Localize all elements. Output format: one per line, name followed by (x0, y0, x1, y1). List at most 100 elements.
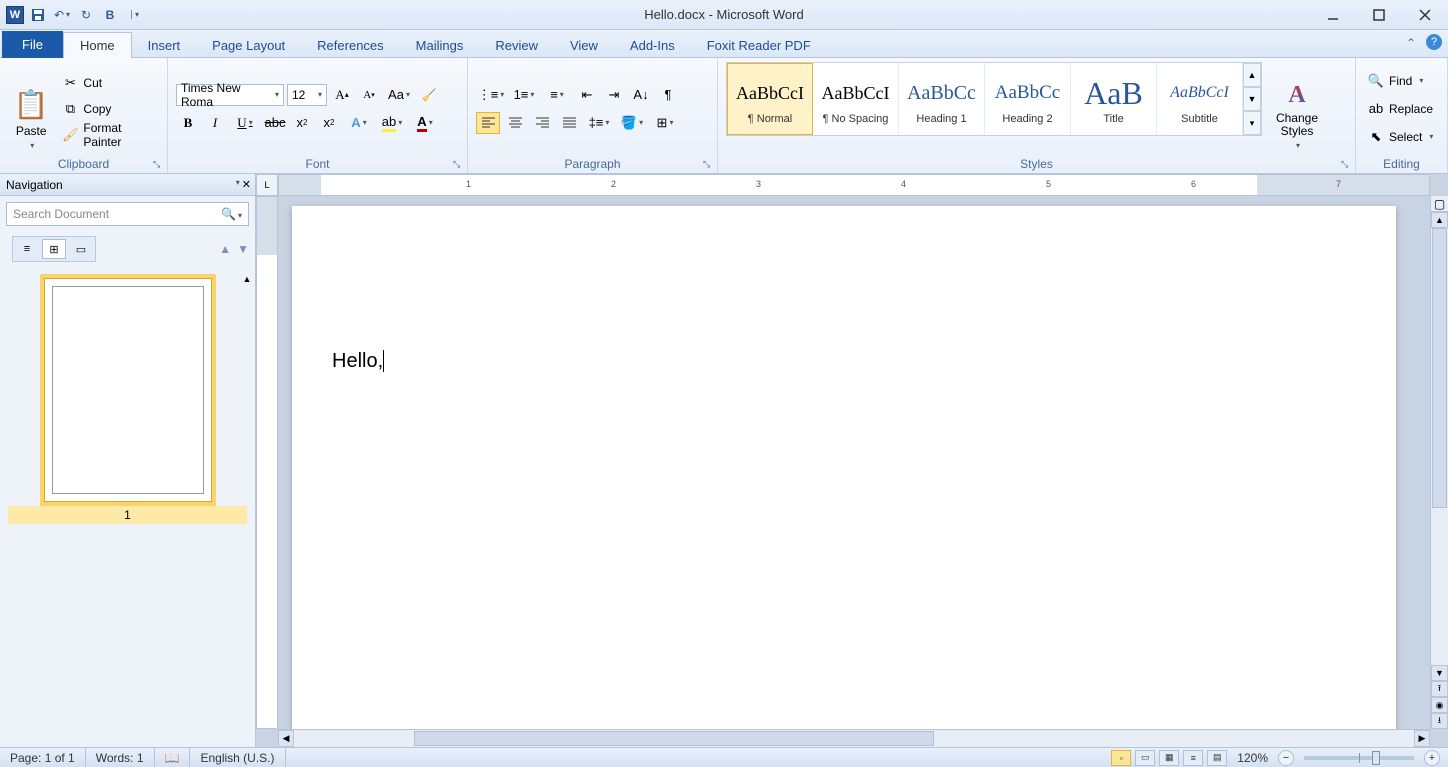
styles-expand[interactable]: ▾ (1243, 111, 1261, 135)
tab-insert[interactable]: Insert (132, 33, 197, 58)
minimize-ribbon-button[interactable]: ⌃ (1402, 34, 1420, 52)
nav-tab-results[interactable]: ▭ (69, 239, 93, 259)
zoom-slider[interactable] (1304, 756, 1414, 760)
style-item-heading-1[interactable]: AaBbCcHeading 1 (899, 63, 985, 135)
print-layout-view[interactable]: ▫ (1111, 750, 1131, 766)
decrease-indent-button[interactable]: ⇤ (575, 84, 599, 106)
strikethrough-button[interactable]: abc (263, 112, 287, 134)
scroll-up-button[interactable]: ▲ (1431, 212, 1448, 228)
next-page-button[interactable]: ⭳ (1431, 713, 1448, 729)
redo-button[interactable]: ↻ (76, 5, 96, 25)
borders-button[interactable]: ⊞▾ (650, 112, 680, 134)
paste-button[interactable]: 📋 Paste ▾ (8, 62, 54, 150)
subscript-button[interactable]: x2 (290, 112, 314, 134)
hscroll-thumb[interactable] (414, 731, 934, 746)
maximize-button[interactable] (1356, 0, 1402, 30)
zoom-out-button[interactable]: − (1278, 750, 1294, 766)
bold-button[interactable]: B (176, 112, 200, 134)
tab-review[interactable]: Review (479, 33, 554, 58)
font-color-button[interactable]: A▾ (410, 112, 440, 134)
tab-addins[interactable]: Add-Ins (614, 33, 691, 58)
browse-object-button[interactable]: ◉ (1431, 697, 1448, 713)
change-styles-button[interactable]: A Change Styles ▾ (1266, 62, 1328, 150)
page-thumbnail[interactable]: 1 (8, 274, 247, 524)
line-spacing-button[interactable]: ‡≡▾ (584, 112, 614, 134)
replace-button[interactable]: abReplace (1364, 98, 1437, 120)
page[interactable]: Hello, (292, 206, 1396, 729)
zoom-level[interactable]: 120% (1237, 751, 1268, 765)
bullets-button[interactable]: ⋮≡▾ (476, 84, 506, 106)
clear-formatting-button[interactable]: 🧹 (417, 84, 441, 106)
status-language[interactable]: English (U.S.) (190, 748, 285, 767)
help-button[interactable]: ? (1426, 34, 1442, 50)
bold-qat-button[interactable]: B (100, 5, 120, 25)
style-item-heading-2[interactable]: AaBbCcHeading 2 (985, 63, 1071, 135)
align-right-button[interactable] (530, 112, 554, 134)
increase-indent-button[interactable]: ⇥ (602, 84, 626, 106)
nav-tab-headings[interactable]: ≡ (15, 239, 39, 259)
document-text[interactable]: Hello, (332, 350, 384, 373)
shading-button[interactable]: 🪣▾ (617, 112, 647, 134)
copy-button[interactable]: ⧉Copy (58, 98, 159, 120)
align-center-button[interactable] (503, 112, 527, 134)
superscript-button[interactable]: x2 (317, 112, 341, 134)
status-page[interactable]: Page: 1 of 1 (0, 748, 86, 767)
tab-references[interactable]: References (301, 33, 399, 58)
style-item-title[interactable]: AaBTitle (1071, 63, 1157, 135)
web-layout-view[interactable]: ▦ (1159, 750, 1179, 766)
format-painter-button[interactable]: 🖌Format Painter (58, 124, 159, 146)
show-marks-button[interactable]: ¶ (656, 84, 680, 106)
draft-view[interactable]: ▤ (1207, 750, 1227, 766)
nav-scrollbar[interactable]: ▲ (241, 274, 253, 739)
nav-next-button[interactable]: ▼ (237, 242, 249, 256)
scroll-left-button[interactable]: ◀ (278, 730, 294, 747)
status-proofing[interactable]: 📖 (155, 748, 191, 767)
ruler-tab-selector[interactable]: L (256, 174, 278, 196)
scroll-thumb[interactable] (1432, 228, 1447, 508)
paragraph-launcher[interactable]: ⤡ (703, 159, 715, 171)
nav-tab-pages[interactable]: ⊞ (42, 239, 66, 259)
prev-page-button[interactable]: ⭱ (1431, 681, 1448, 697)
vertical-ruler[interactable] (256, 196, 278, 729)
navigation-search[interactable]: Search Document 🔍▾ (6, 202, 249, 226)
full-screen-view[interactable]: ▭ (1135, 750, 1155, 766)
find-button[interactable]: 🔍Find▾ (1364, 70, 1437, 92)
justify-button[interactable] (557, 112, 581, 134)
shrink-font-button[interactable]: A▾ (357, 84, 381, 106)
sort-button[interactable]: A↓ (629, 84, 653, 106)
tab-page-layout[interactable]: Page Layout (196, 33, 301, 58)
undo-button[interactable]: ↶▾ (52, 5, 72, 25)
change-case-button[interactable]: Aa▾ (384, 84, 414, 106)
font-size-combo[interactable]: 12▾ (287, 84, 327, 106)
zoom-in-button[interactable]: + (1424, 750, 1440, 766)
status-words[interactable]: Words: 1 (86, 748, 155, 767)
select-button[interactable]: ⬉Select▾ (1364, 126, 1437, 148)
nav-prev-button[interactable]: ▲ (219, 242, 231, 256)
italic-button[interactable]: I (203, 112, 227, 134)
nav-close-button[interactable]: ✕ (242, 178, 251, 191)
ruler-toggle-button[interactable]: ▢ (1431, 196, 1448, 212)
qat-customize[interactable]: ▾ (124, 5, 144, 25)
font-launcher[interactable]: ⤡ (453, 159, 465, 171)
style-item---normal[interactable]: AaBbCcI¶ Normal (727, 63, 813, 135)
nav-dropdown[interactable]: ▾ (236, 178, 240, 191)
text-effects-button[interactable]: A▾ (344, 112, 374, 134)
styles-row-up[interactable]: ▲ (1243, 63, 1261, 87)
underline-button[interactable]: U▾ (230, 112, 260, 134)
styles-launcher[interactable]: ⤡ (1341, 159, 1353, 171)
multilevel-list-button[interactable]: ≡▾ (542, 84, 572, 106)
scroll-right-button[interactable]: ▶ (1414, 730, 1430, 747)
highlight-button[interactable]: ab▾ (377, 112, 407, 134)
tab-mailings[interactable]: Mailings (400, 33, 480, 58)
horizontal-ruler[interactable]: 1234567 (278, 174, 1430, 196)
horizontal-scrollbar[interactable]: ◀ ▶ (278, 729, 1430, 747)
save-button[interactable] (28, 5, 48, 25)
font-name-combo[interactable]: Times New Roma▾ (176, 84, 284, 106)
grow-font-button[interactable]: A▴ (330, 84, 354, 106)
tab-file[interactable]: File (2, 31, 63, 58)
styles-row-down[interactable]: ▼ (1243, 87, 1261, 111)
align-left-button[interactable] (476, 112, 500, 134)
style-item-subtitle[interactable]: AaBbCcISubtitle (1157, 63, 1243, 135)
tab-home[interactable]: Home (63, 32, 132, 58)
cut-button[interactable]: ✂Cut (58, 72, 159, 94)
